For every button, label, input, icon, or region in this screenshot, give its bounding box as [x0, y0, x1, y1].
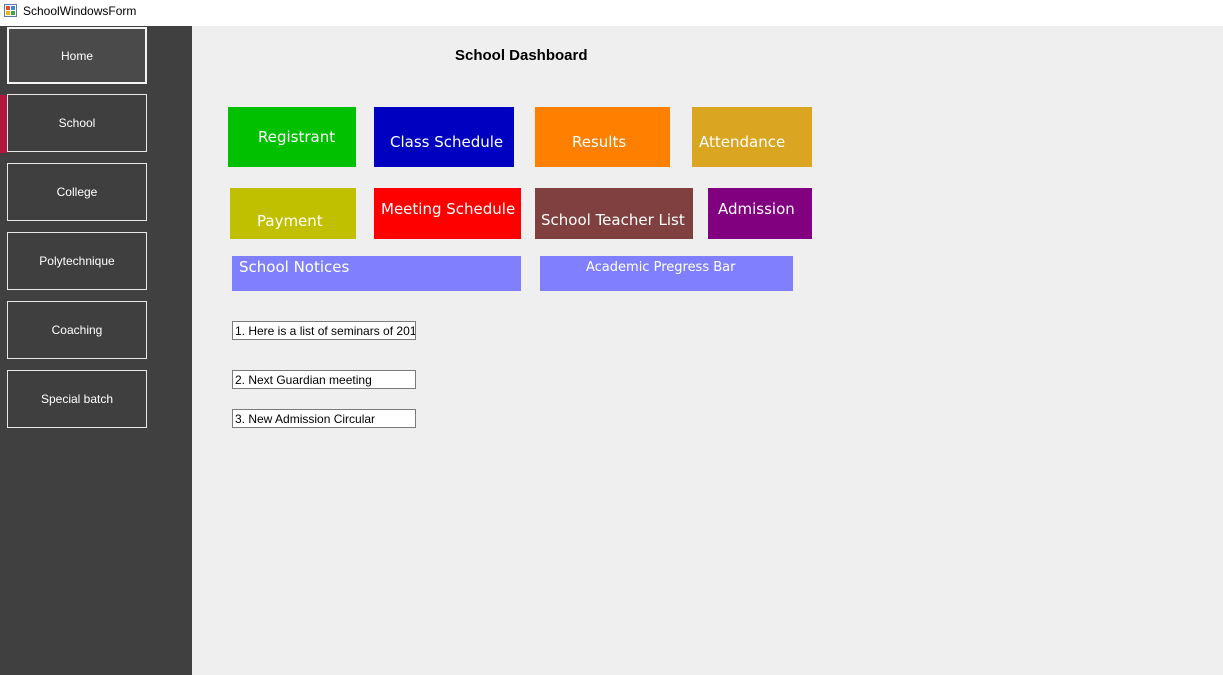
tile-label: Admission: [718, 200, 795, 218]
school-notices-tile[interactable]: School Notices: [232, 256, 521, 291]
sidebar-item-school[interactable]: School: [7, 94, 147, 152]
admission-tile[interactable]: Admission: [708, 188, 812, 239]
sidebar-item-label: College: [56, 185, 98, 199]
attendance-tile[interactable]: Attendance: [692, 107, 812, 167]
academic-progress-bar-tile[interactable]: Academic Pregress Bar: [540, 256, 793, 291]
payment-tile[interactable]: Payment: [230, 188, 356, 239]
title-bar: SchoolWindowsForm: [0, 0, 1223, 26]
sidebar: Home School College Polytechnique Coachi…: [0, 26, 192, 675]
tile-label: Attendance: [699, 133, 786, 151]
sidebar-item-special-batch[interactable]: Special batch: [7, 370, 147, 428]
selected-indicator: [0, 95, 7, 153]
tile-label: Class Schedule: [390, 133, 504, 151]
notice-item[interactable]: 1. Here is a list of seminars of 2018: [232, 321, 416, 340]
tile-label: Results: [572, 133, 627, 151]
meeting-schedule-tile[interactable]: Meeting Schedule: [374, 188, 521, 239]
sidebar-item-college[interactable]: College: [7, 163, 147, 221]
sidebar-item-label: Special batch: [40, 392, 114, 406]
tile-label: Meeting Schedule: [381, 200, 516, 218]
page-title: School Dashboard: [455, 47, 588, 64]
app-window-icon: [4, 4, 18, 18]
results-tile[interactable]: Results: [535, 107, 670, 167]
sidebar-item-polytechnique[interactable]: Polytechnique: [7, 232, 147, 290]
registrant-tile[interactable]: Registrant: [228, 107, 356, 167]
tile-label: School Notices: [239, 258, 350, 276]
tile-label: School Teacher List: [541, 211, 685, 229]
tile-label: Academic Pregress Bar: [586, 260, 736, 275]
sidebar-item-coaching[interactable]: Coaching: [7, 301, 147, 359]
class-schedule-tile[interactable]: Class Schedule: [374, 107, 514, 167]
tile-label: Payment: [257, 212, 323, 230]
sidebar-item-home[interactable]: Home: [7, 27, 147, 84]
sidebar-item-label: Polytechnique: [39, 254, 115, 268]
notice-item[interactable]: 3. New Admission Circular: [232, 409, 416, 428]
tile-label: Registrant: [258, 128, 336, 146]
sidebar-item-label: Coaching: [51, 323, 103, 337]
school-teacher-list-tile[interactable]: School Teacher List: [535, 188, 693, 239]
window-title: SchoolWindowsForm: [23, 4, 137, 18]
sidebar-item-label: School: [58, 116, 96, 130]
notice-item[interactable]: 2. Next Guardian meeting: [232, 370, 416, 389]
sidebar-item-label: Home: [60, 48, 93, 63]
